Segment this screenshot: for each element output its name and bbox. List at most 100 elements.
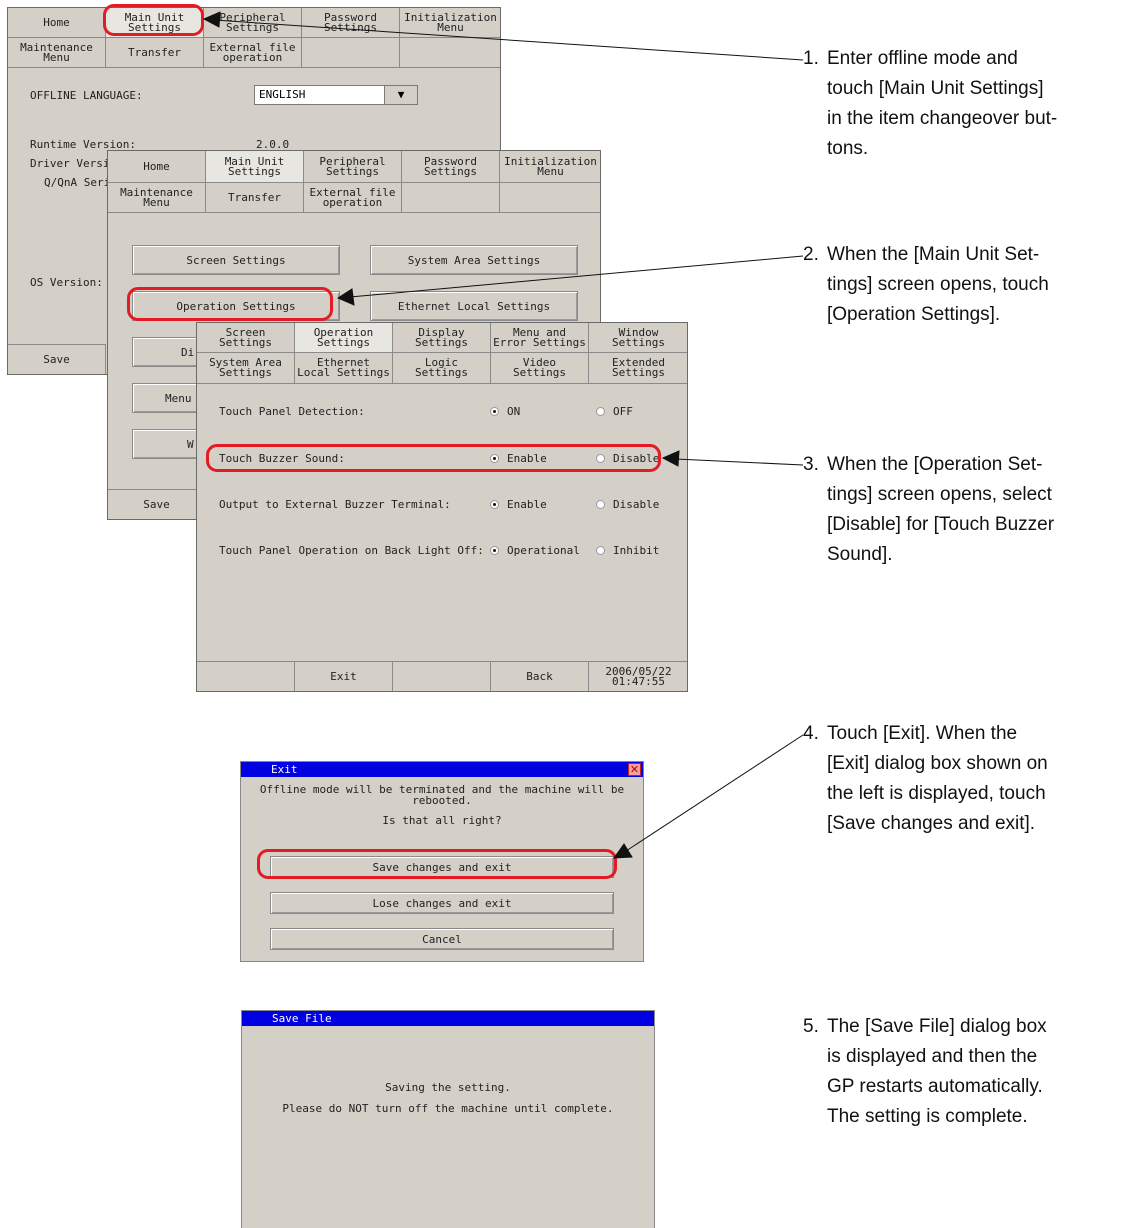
external-buzzer-enable-radio[interactable] [490,500,499,509]
tab-maintenance-menu[interactable]: Maintenance Menu [108,183,206,213]
tab-operation-settings[interactable]: Operation Settings [295,323,393,353]
touch-panel-detection-label: Touch Panel Detection: [219,405,365,418]
backlight-inhibit-label: Inhibit [613,544,660,557]
step-line: When the [Operation Set- [827,454,1043,475]
backlight-operational-radio[interactable] [490,546,499,555]
tab-logic-settings[interactable]: Logic Settings [393,353,491,384]
step-line: Touch [Exit]. When the [827,723,1018,744]
chevron-down-icon: ▼ [384,86,417,104]
step-line: is displayed and then the [827,1046,1038,1067]
step-line: tings] screen opens, touch [827,274,1049,295]
step-line: [Save changes and exit]. [827,813,1036,834]
tab-initialization-menu[interactable]: Initialization Menu [400,8,500,38]
tab-peripheral-settings[interactable]: Peripheral Settings [204,8,302,38]
os-version-label: OS Version: [30,276,103,289]
step-line: GP restarts automatically. [827,1076,1043,1097]
touch-panel-detection-on-label: ON [507,405,521,418]
tab-home[interactable]: Home [108,151,206,183]
ethernet-local-settings-button[interactable]: Ethernet Local Settings [370,291,578,321]
window-settings-partial-label: W [187,437,194,451]
step-number: 3. [803,454,819,475]
touch-buzzer-enable-label: Enable [507,452,547,465]
external-buzzer-disable-radio[interactable] [596,500,605,509]
tab-empty [402,183,500,213]
step-number: 1. [803,48,819,69]
tab-maintenance-menu[interactable]: Maintenance Menu [8,38,106,68]
step-3: 3. When the [Operation Set- tings] screen… [803,450,1054,570]
exit-dialog: Exit ✕ Offline mode will be terminated a… [240,761,644,962]
time-text: 01:47:55 [612,675,665,688]
step-line: [Operation Settings]. [827,304,1001,325]
step-line: in the item changeover but- [827,108,1058,129]
tab-display-settings[interactable]: Display Settings [393,323,491,353]
tab-main-unit-settings[interactable]: Main Unit Settings [106,8,204,38]
operation-settings-button[interactable]: Operation Settings [132,291,340,321]
step-number: 4. [803,723,819,744]
offline-language-label: OFFLINE LANGUAGE: [30,89,143,102]
touch-buzzer-disable-label: Disable [613,452,660,465]
tab-peripheral-settings[interactable]: Peripheral Settings [304,151,402,183]
save-changes-exit-button[interactable]: Save changes and exit [270,856,614,878]
tab-external-file-operation[interactable]: External file operation [304,183,402,213]
backlight-operational-label: Operational [507,544,580,557]
operation-settings-screen: Screen Settings Operation Settings Displ… [196,322,688,692]
save-file-message-line1: Saving the setting. [385,1081,511,1094]
touch-buzzer-disable-radio[interactable] [596,454,605,463]
bottom-bar-empty [393,661,491,691]
tab-window-settings[interactable]: Window Settings [589,323,687,353]
tab-initialization-menu[interactable]: Initialization Menu [500,151,600,183]
tab-menu-error-settings[interactable]: Menu and Error Settings [491,323,589,353]
step-2: 2. When the [Main Unit Set- tings] screen… [803,240,1049,330]
tab-password-settings[interactable]: Password Settings [402,151,500,183]
exit-button[interactable]: Exit [295,661,393,691]
step-line: Sound]. [827,544,893,565]
screen-settings-button[interactable]: Screen Settings [132,245,340,275]
step-number: 2. [803,244,819,265]
exit-dialog-title: Exit [271,763,298,776]
tab-transfer[interactable]: Transfer [206,183,304,213]
external-buzzer-disable-label: Disable [613,498,660,511]
backlight-inhibit-radio[interactable] [596,546,605,555]
tab-home[interactable]: Home [8,8,106,38]
driver-name: Q/QnA Seri [44,176,111,189]
datetime-display: 2006/05/22 01:47:55 [589,661,687,691]
touch-panel-detection-off-label: OFF [613,405,633,418]
step-line: When the [Main Unit Set- [827,244,1040,265]
save-button[interactable]: Save [108,489,206,519]
tab-video-settings[interactable]: Video Settings [491,353,589,384]
tab-password-settings[interactable]: Password Settings [302,8,400,38]
touch-buzzer-enable-radio[interactable] [490,454,499,463]
offline-language-value: ENGLISH [259,88,306,101]
tab-external-file-operation[interactable]: External file operation [204,38,302,68]
step-line: tons. [827,138,869,159]
save-file-title: Save File [272,1012,332,1025]
step-line: The [Save File] dialog box [827,1016,1047,1037]
backlight-off-operation-label: Touch Panel Operation on Back Light Off: [219,544,484,557]
cancel-button[interactable]: Cancel [270,928,614,950]
step-4: 4. Touch [Exit]. When the [Exit] dialog b… [803,719,1048,839]
tab-screen-settings[interactable]: Screen Settings [197,323,295,353]
tab-main-unit-settings[interactable]: Main Unit Settings [206,151,304,183]
menu-settings-partial-label: Menu [165,391,192,405]
tab-transfer[interactable]: Transfer [106,38,204,68]
back-button[interactable]: Back [491,661,589,691]
step-line: The setting is complete. [827,1106,1028,1127]
touch-panel-detection-off-radio[interactable] [596,407,605,416]
lose-changes-exit-button[interactable]: Lose changes and exit [270,892,614,914]
external-buzzer-enable-label: Enable [507,498,547,511]
close-icon[interactable]: ✕ [628,763,641,776]
save-file-titlebar: Save File [242,1011,654,1026]
tab-ethernet-local-settings[interactable]: Ethernet Local Settings [295,353,393,384]
step-line: tings] screen opens, select [827,484,1052,505]
step-line: the left is displayed, touch [827,783,1046,804]
touch-panel-detection-on-radio[interactable] [490,407,499,416]
tab-empty [302,38,400,68]
save-button[interactable]: Save [8,344,106,374]
tab-extended-settings[interactable]: Extended Settings [589,353,687,384]
step-5: 5. The [Save File] dialog box is displaye… [803,1012,1047,1132]
tab-empty [400,38,500,68]
tab-system-area-settings[interactable]: System Area Settings [197,353,295,384]
system-area-settings-button[interactable]: System Area Settings [370,245,578,275]
step-line: [Exit] dialog box shown on [827,753,1048,774]
offline-language-select[interactable]: ENGLISH ▼ [254,85,418,105]
